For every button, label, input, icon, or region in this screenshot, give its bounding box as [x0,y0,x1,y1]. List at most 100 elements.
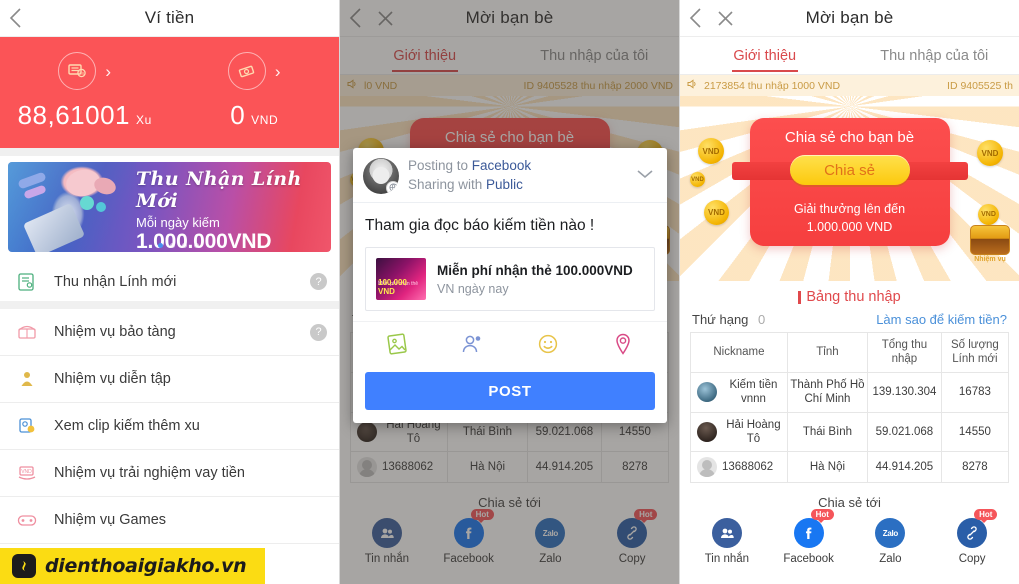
hot-badge: Hot [974,509,998,524]
fb-dialog-header[interactable]: Posting to Facebook Sharing with Public [353,148,667,204]
title-accent-bar [798,290,802,304]
wallet-balance-hero: Xu › 88,61001 Xu › 0 VND [0,37,339,148]
posting-target: Facebook [471,158,532,173]
board-title-text: Bảng thu nhập [806,289,901,305]
gamepad-icon [14,507,40,533]
wallet-task-menu: Thu nhận Lính mới ? Nhiệm vụ bảo tàng ? [0,262,339,544]
wallet-cash-amount: 0 VND [230,100,278,131]
globe-icon [386,180,399,194]
row-nickname: Hải Hoàng Tô [726,418,781,445]
message-people-icon [711,518,742,549]
fb-dialog-header-text: Posting to Facebook Sharing with Public [408,157,626,194]
menu-item-thu-nhan-linh-moi[interactable]: Thu nhận Lính mới ? [0,262,339,309]
link-attachment-card[interactable]: Miễn phí nhận thẻ 100.000 VND Miễn phí n… [365,247,655,312]
emoji-icon[interactable] [535,331,561,362]
post-button[interactable]: POST [365,372,655,411]
menu-item-games[interactable]: Nhiệm vụ Games [0,497,339,544]
row-province: Hà Nội [786,451,869,484]
location-pin-icon[interactable] [610,331,636,362]
document-person-icon [14,269,40,295]
board-title-right: Bảng thu nhập [680,289,1019,305]
section-divider [0,148,339,156]
coin-decor: VND [698,138,724,164]
menu-item-label: Thu nhận Lính mới [54,273,177,290]
tab-gioi-thieu[interactable]: Giới thiệu [680,37,850,74]
menu-item-label: Nhiệm vụ trải nghiệm vay tiền [54,465,245,481]
close-icon[interactable] [710,0,740,37]
avatar [697,421,717,442]
posting-prefix: Posting to [408,158,472,173]
speaker-icon [686,78,698,93]
photo-icon[interactable] [384,331,410,362]
row-recruits: 8278 [940,451,1010,484]
share-hero-right: VND VND VND VND VND Chia sẻ cho bạn bè C… [680,96,1019,281]
attachment-subtitle: VN ngày nay [437,282,509,297]
compose-text[interactable]: Tham gia đọc báo kiếm tiền nào ! [353,203,667,245]
chevron-down-icon[interactable] [635,167,657,185]
attachment-text: Miễn phí nhận thẻ 100.000VND VN ngày nay [437,262,633,296]
wallet-cash-block[interactable]: › 0 VND [170,37,340,148]
tab-thu-nhap-cua-toi[interactable]: Thu nhập của tôi [850,37,1019,74]
share-target-facebook[interactable]: Hot Facebook [774,509,844,565]
app-logo-icon [12,554,36,578]
back-icon[interactable] [0,0,30,37]
share-target-copy[interactable]: Hot Copy [937,509,1007,565]
carousel-dots[interactable] [158,243,199,248]
promo-headline: Thu Nhận Lính Mới [136,168,302,212]
income-board-right: Nickname Tỉnh Tổng thu nhập Số lượng Lín… [690,332,1010,484]
invite-topbar-right: Mời bạn bè [680,0,1019,37]
panel-invite: Mời bạn bè Giới thiệu Thu nhập của tôi 2… [680,0,1019,584]
help-icon[interactable]: ? [310,323,327,341]
chevron-right-icon: › [105,61,112,81]
announcement-marquee-right: 2173854 thu nhập 1000 VND ID 9405525 th [680,75,1019,96]
sharing-audience: Public [486,176,523,192]
site-watermark: dienthoaigiakho.vn [0,548,265,584]
video-coin-icon [14,413,40,439]
hot-badge: Hot [810,509,834,524]
menu-item-label: Nhiệm vụ bảo tàng [54,324,176,340]
thumb-line-2: 100.000 VND [378,278,407,297]
page-title: Ví tiền [144,8,195,27]
menu-item-label: Nhiệm vụ Games [54,512,167,528]
rank-label: Thứ hạng [692,312,749,327]
row-income: 139.130.304 [867,371,942,413]
svg-text:VND: VND [21,469,32,475]
cash-value: 0 [230,100,246,130]
share-target-zalo[interactable]: Zalo Zalo [855,518,925,565]
table-header-row: Nickname Tỉnh Tổng thu nhập Số lượng Lín… [690,332,1010,373]
avatar [697,457,717,478]
row-nickname: 13688062 [722,461,774,474]
back-icon[interactable] [680,0,710,37]
coin-decor: VND [704,200,729,225]
watermark-text: dienthoaigiakho.vn [45,555,247,577]
tag-person-icon[interactable] [459,331,485,362]
menu-item-xem-clip[interactable]: Xem clip kiếm thêm xu [0,403,339,450]
wallet-coin-block[interactable]: Xu › 88,61001 Xu [0,37,170,148]
menu-item-vay-tien[interactable]: VND Nhiệm vụ trải nghiệm vay tiền [0,450,339,497]
help-icon[interactable]: ? [310,273,327,290]
menu-item-nhiem-vu-bao-tang[interactable]: Nhiệm vụ bảo tàng ? [0,309,339,356]
promo-subline: Mỗi ngày kiếm [136,215,220,230]
coin-stack-icon: Xu [58,52,97,90]
share-button[interactable]: Chia sẻ [789,155,910,185]
menu-item-label: Nhiệm vụ diễn tập [54,371,171,387]
share-target-tin-nhan[interactable]: Tin nhắn [692,518,762,565]
promo-text-block: Thu Nhận Lính Mới Mỗi ngày kiếm 1.000.00… [136,168,323,252]
treasure-chest-icon [14,319,40,345]
promo-banner[interactable]: Thu Nhận Lính Mới Mỗi ngày kiếm 1.000.00… [8,162,331,252]
money-note-icon [227,52,266,90]
coin-decor: VND [690,172,705,187]
menu-item-nhiem-vu-dien-tap[interactable]: Nhiệm vụ diễn tập [0,356,339,403]
coin-unit: Xu [136,113,152,127]
chest-label: Nhiệm vụ [974,256,1006,263]
row-income: 59.021.068 [867,411,942,453]
attachment-thumbnail: Miễn phí nhận thẻ 100.000 VND [376,258,426,301]
coin-value: 88,61001 [17,100,131,130]
chevron-right-icon: › [274,61,281,81]
sharing-with-line: Sharing with Public [408,176,626,195]
treasure-chest-icon[interactable]: Nhiệm vụ [969,225,1011,263]
share-reward-card: Chia sẻ cho bạn bè Chia sẻ Giải thưởng l… [731,118,968,246]
cash-unit: VND [251,113,279,127]
how-to-earn-link[interactable]: Làm sao để kiếm tiền? [876,312,1007,327]
invite-tabs-right: Giới thiệu Thu nhập của tôi [680,37,1019,75]
